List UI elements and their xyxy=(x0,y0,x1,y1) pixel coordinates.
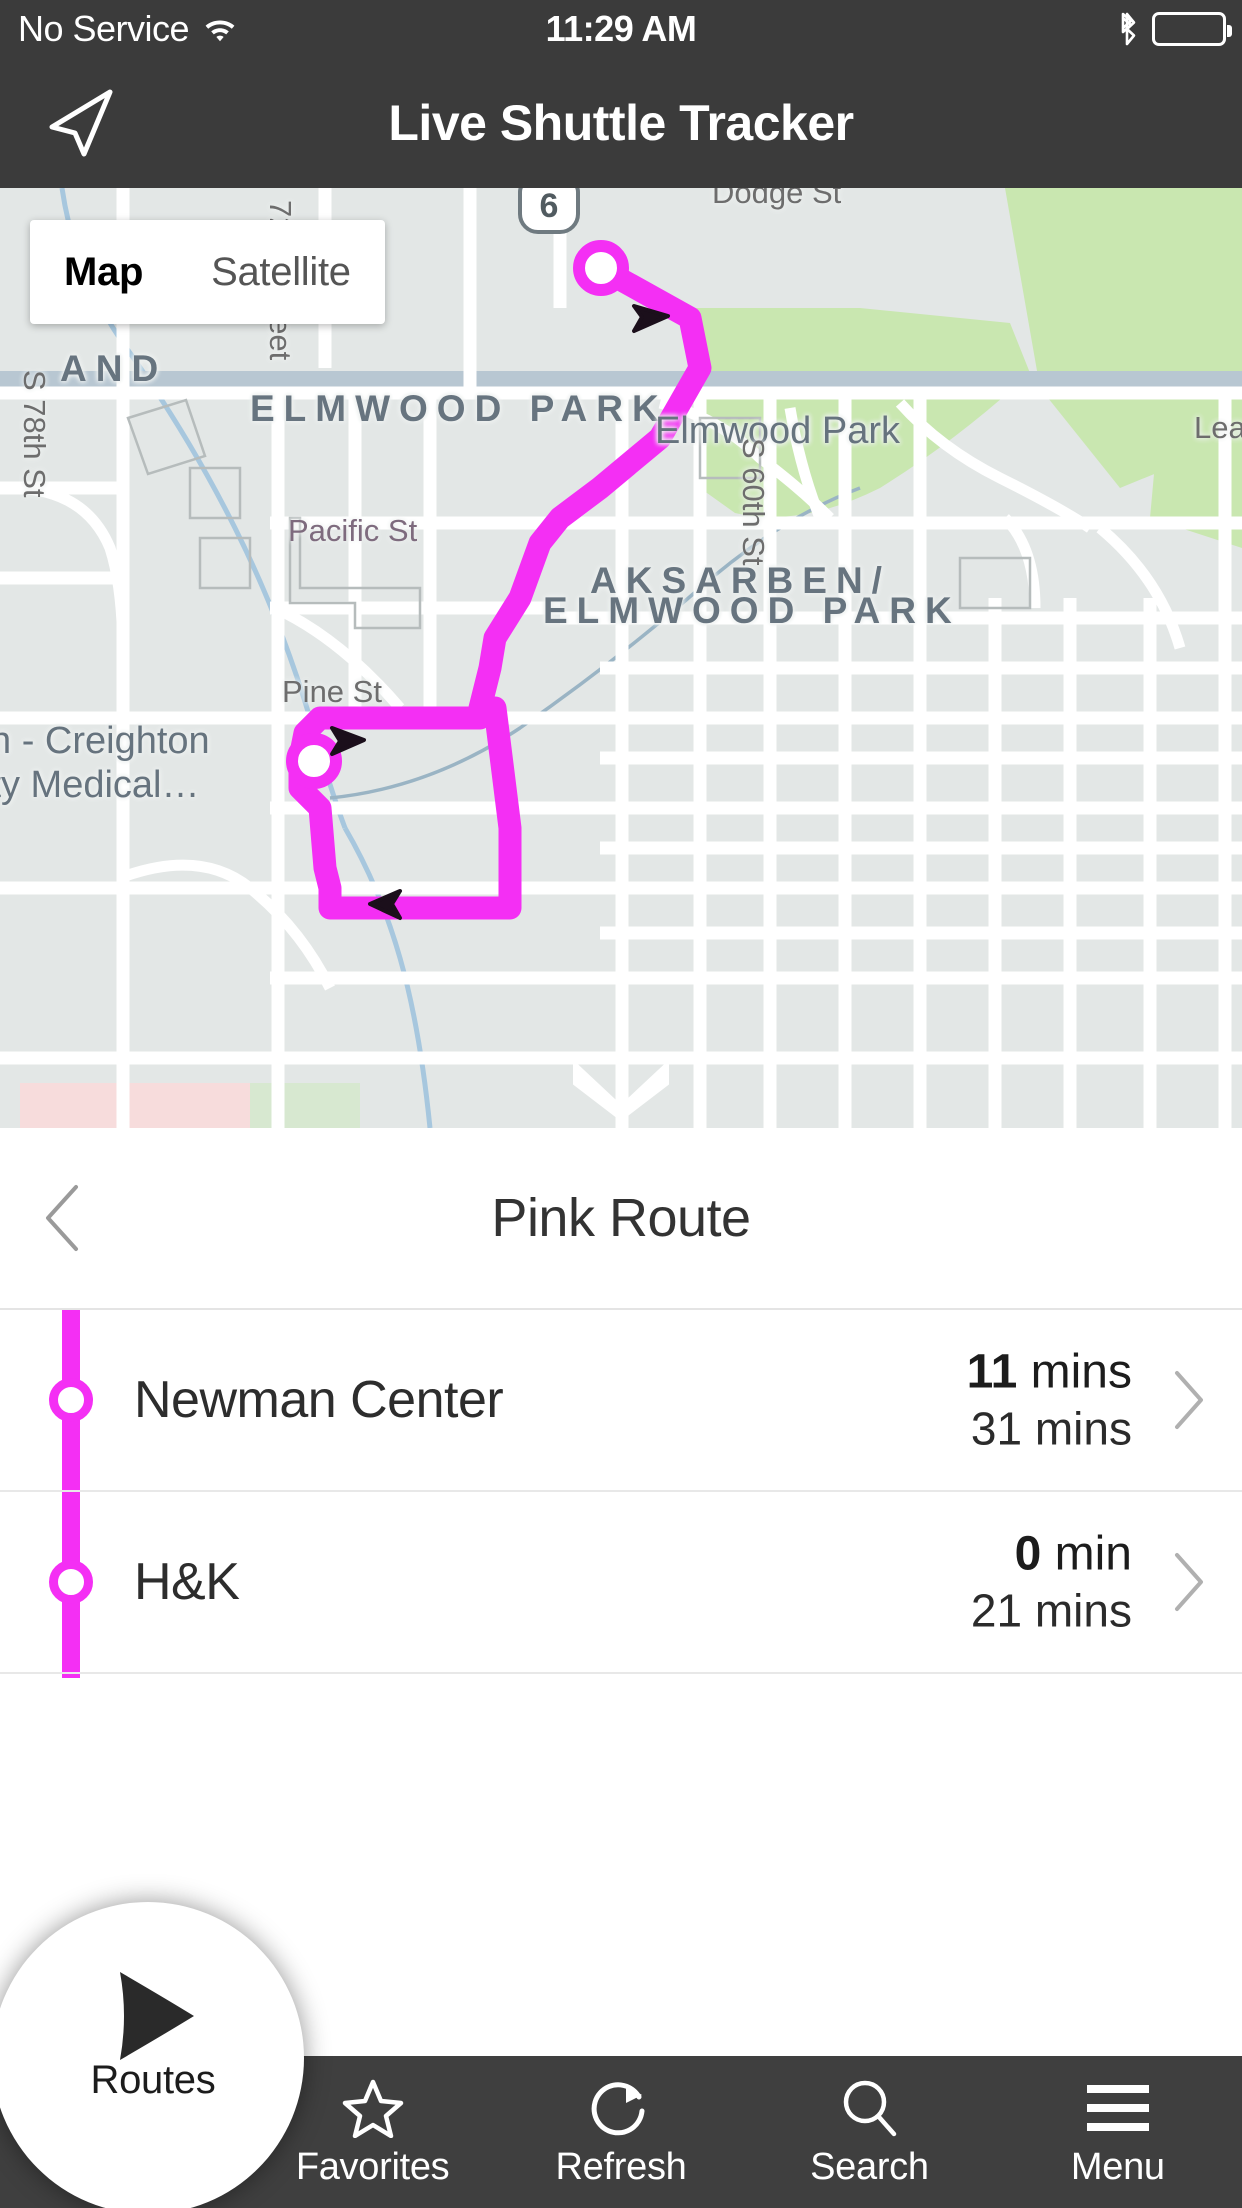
tab-menu[interactable]: Menu xyxy=(994,2056,1242,2208)
star-icon xyxy=(342,2076,404,2140)
battery-icon xyxy=(1152,12,1232,46)
stop-times: 11 mins 31 mins xyxy=(967,1345,1132,1456)
stop-eta-primary-value: 0 xyxy=(1014,1527,1042,1581)
navigation-arrow-icon[interactable] xyxy=(42,84,120,162)
stop-eta-secondary: 21 mins xyxy=(970,1584,1132,1637)
table-row[interactable]: Newman Center 11 mins 31 mins xyxy=(0,1310,1242,1492)
bluetooth-icon xyxy=(1116,12,1138,46)
tab-label: Menu xyxy=(1070,2145,1165,2188)
map-canvas xyxy=(0,188,1242,1128)
map-view[interactable]: AND ELMWOOD PARK AKSARBEN/ ELMWOOD PARK … xyxy=(0,188,1242,1128)
stop-eta-secondary: 31 mins xyxy=(970,1402,1132,1455)
stop-name: Newman Center xyxy=(134,1371,504,1429)
refresh-icon xyxy=(590,2076,652,2140)
map-type-toggle[interactable]: Map Satellite xyxy=(30,220,385,324)
tab-label: Search xyxy=(810,2145,929,2188)
clock-label: 11:29 AM xyxy=(545,8,697,49)
stop-marker-icon xyxy=(49,1560,93,1604)
map-type-satellite-button[interactable]: Satellite xyxy=(177,250,385,295)
chevron-down-icon[interactable] xyxy=(566,1050,676,1120)
status-bar-right xyxy=(1116,12,1232,46)
status-bar: No Service 11:29 AM xyxy=(0,0,1242,58)
stop-marker-icon xyxy=(49,1378,93,1422)
tab-refresh[interactable]: Refresh xyxy=(497,2056,745,2208)
chevron-right-icon[interactable] xyxy=(1172,1551,1206,1613)
map-type-map-button[interactable]: Map xyxy=(30,250,177,295)
hamburger-menu-icon xyxy=(1085,2076,1151,2140)
page-title: Live Shuttle Tracker xyxy=(388,95,854,151)
play-arrow-icon xyxy=(98,1971,208,2060)
highway-shield-icon: 6 xyxy=(518,188,580,234)
route-header: Pink Route xyxy=(0,1128,1242,1310)
chevron-right-icon[interactable] xyxy=(1172,1369,1206,1431)
tab-label: Refresh xyxy=(555,2145,687,2188)
stop-name: H&K xyxy=(134,1553,240,1611)
route-title: Pink Route xyxy=(491,1188,751,1248)
stop-eta-primary-unit: mins xyxy=(1030,1345,1132,1399)
stop-eta-primary-unit: min xyxy=(1054,1527,1132,1581)
tab-label: Routes xyxy=(90,2057,216,2102)
magnifier-icon xyxy=(838,2076,900,2140)
table-row[interactable]: H&K 0 min 21 mins xyxy=(0,1492,1242,1674)
stop-eta-primary: 0 min xyxy=(971,1527,1132,1584)
tab-search[interactable]: Search xyxy=(745,2056,993,2208)
tab-routes[interactable]: Routes xyxy=(0,1902,304,2208)
stop-eta-primary-value: 11 xyxy=(966,1345,1018,1399)
stop-times: 0 min 21 mins xyxy=(971,1527,1132,1638)
chevron-left-icon[interactable] xyxy=(40,1183,84,1253)
app-screen: No Service 11:29 AM Live Shuttle Tracker… xyxy=(0,0,1242,2208)
tab-label: Favorites xyxy=(295,2145,450,2188)
stop-eta-primary: 11 mins xyxy=(967,1345,1132,1402)
nav-bar: Live Shuttle Tracker xyxy=(0,58,1242,188)
stop-list: Newman Center 11 mins 31 mins H&K 0 min … xyxy=(0,1310,1242,1678)
